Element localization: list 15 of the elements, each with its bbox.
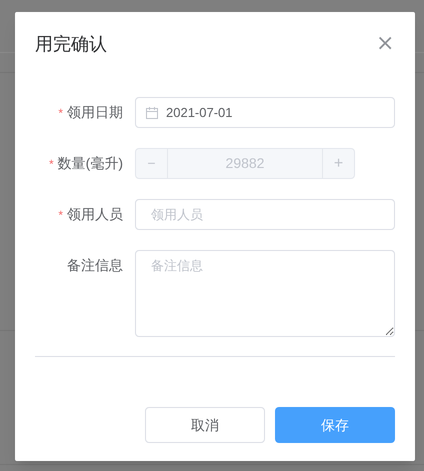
close-button[interactable]: × <box>376 33 394 55</box>
required-mark: * <box>58 208 63 220</box>
date-field[interactable]: 2021-07-01 <box>135 97 395 128</box>
required-mark: * <box>58 106 63 118</box>
calendar-icon <box>146 106 158 118</box>
required-mark: * <box>49 158 54 170</box>
text-field[interactable]: 领用人员 <box>135 199 395 230</box>
dialog-title: 用完确认 <box>35 32 107 56</box>
notes-field[interactable]: 备注信息 <box>135 250 395 337</box>
field-label: 备注信息 <box>67 256 123 275</box>
save-button[interactable]: 保存 <box>275 407 395 443</box>
field-label: 领用日期 <box>67 103 123 122</box>
field-label: 数量(毫升) <box>58 154 123 173</box>
field-label: 领用人员 <box>67 205 123 224</box>
cancel-button[interactable]: 取消 <box>145 407 265 443</box>
